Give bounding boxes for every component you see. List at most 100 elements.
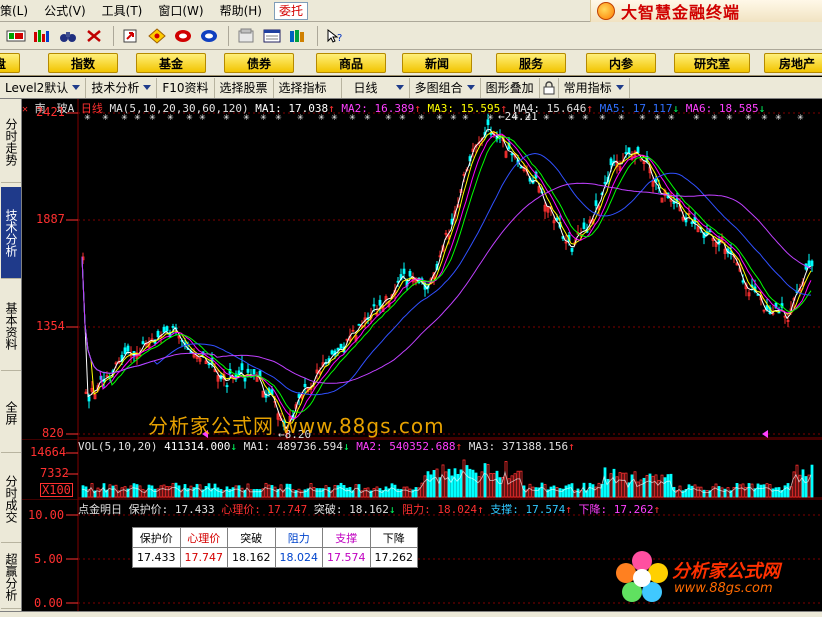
down-arrow-icon: ↓ — [672, 102, 680, 115]
multi-chart-icon[interactable] — [30, 25, 54, 47]
table-value-cell: 17.747 — [179, 547, 228, 568]
help-cursor-icon[interactable]: ? — [323, 25, 347, 47]
down-arrow-icon: ↓ — [388, 503, 396, 516]
lock-icon[interactable] — [540, 77, 559, 98]
table-header-cell: 阻力 — [274, 527, 323, 548]
indicator-legend: 点金明日 保护价: 17.433 心理价: 17.747 突破: 18.162↓… — [78, 501, 660, 517]
level2-dropdown[interactable]: Level2默认 — [0, 77, 87, 98]
section-tab-index[interactable]: 指数 — [48, 53, 118, 73]
ma2-value: MA2: 16.389 — [341, 102, 415, 115]
section-tab-news[interactable]: 新闻 — [402, 53, 472, 73]
vtab-trades[interactable]: 分时成交 — [1, 455, 21, 543]
ma5-value: MA5: 17.117 — [599, 102, 673, 115]
menu-window[interactable]: 窗口(W) — [150, 1, 211, 21]
window-icon[interactable] — [260, 25, 284, 47]
select-indicator-button[interactable]: 选择指标 — [274, 77, 342, 98]
dropdown-arrow-icon — [143, 85, 152, 90]
section-tab-internal[interactable]: 内参 — [586, 53, 656, 73]
table-header-cell: 突破 — [227, 527, 276, 548]
section-tab-commodity[interactable]: 商品 — [316, 53, 386, 73]
up-arrow-icon: ↑ — [568, 440, 575, 453]
down-arrow-icon: ↓ — [342, 440, 350, 453]
dropdown-arrow-icon — [395, 85, 404, 90]
menu-strategy[interactable]: 策(L) — [0, 1, 36, 21]
dropdown-arrow-icon — [466, 85, 475, 90]
section-tab-realestate[interactable]: 房地产 — [764, 53, 822, 73]
menu-formula[interactable]: 公式(V) — [36, 1, 94, 21]
toolbar-separator — [113, 25, 114, 46]
volume-ytick: 14664 — [30, 445, 67, 459]
table-value-cell: 17.262 — [369, 547, 418, 568]
vtab-fullscreen[interactable]: 全屏 — [1, 373, 21, 453]
up-arrow-icon: ↑ — [455, 440, 463, 453]
red-arrow-icon[interactable] — [119, 25, 143, 47]
binoculars-icon[interactable] — [56, 25, 80, 47]
volume-panel[interactable]: VOL(5,10,20) 411314.000↓ MA1: 489736.594… — [22, 438, 822, 499]
period-dropdown[interactable]: 日线 — [342, 77, 410, 98]
price-chart-svg[interactable]: ✳ ✳ ✳ ✳ ✳ ✳ ✳ ✳ ✳ ✳ ✳ ✳ ✳ ✳ ✳ ✳ ✳ ✳ ✳ ✳ ✳ ✳ ✳ ✳ ✳ ✳ ✳ ✳ ✳ ✳ ✳ ✳ ✳ ✳ ✳ ✳ ✳ ✳ ✳ ✳… — [22, 99, 822, 440]
entrust-button[interactable]: 委托 — [273, 1, 308, 20]
tech-analysis-dropdown[interactable]: 技术分析 — [86, 77, 158, 98]
down-arrow-icon: ↓ — [230, 440, 237, 453]
multi-combo-dropdown[interactable]: 多图组合 — [410, 77, 481, 98]
common-indicator-label: 常用指标 — [563, 80, 612, 95]
chart-icon[interactable] — [4, 25, 28, 47]
tech-analysis-label: 技术分析 — [91, 80, 140, 95]
high-price-value: 24.21 — [504, 110, 538, 123]
books-icon[interactable] — [286, 25, 310, 47]
table-value-cell: 18.162 — [227, 547, 276, 568]
overlay-button[interactable]: 图形叠加 — [481, 77, 540, 98]
close-x-icon[interactable]: ✕ — [22, 104, 28, 115]
indicator-ytick: 5.00 — [34, 552, 63, 566]
price-legend: ✕ 南 玻A 日线 MA(5,10,20,30,60,120) MA1: 17.… — [22, 100, 765, 116]
table-value-cell: 17.574 — [322, 547, 371, 568]
vtab-technical[interactable]: 技术分析 — [1, 187, 21, 279]
volume-ytick: 7332 — [40, 466, 69, 480]
price-panel[interactable]: ✳ ✳ ✳ ✳ ✳ ✳ ✳ ✳ ✳ ✳ ✳ ✳ ✳ ✳ ✳ ✳ ✳ ✳ ✳ ✳ ✳ ✳ ✳ ✳ ✳ ✳ ✳ ✳ ✳ ✳ ✳ ✳ ✳ ✳ ✳ ✳ ✳ ✳ ✳ ✳… — [22, 99, 822, 441]
corner-logo: 分析家公式网 www.88gs.com — [614, 547, 814, 607]
vol-ma1-value: MA1: 489736.594 — [243, 440, 343, 453]
up-arrow-icon: ↑ — [328, 102, 335, 115]
icon-toolbar: ? — [0, 22, 822, 50]
page-icon[interactable] — [234, 25, 258, 47]
period-text: 日线 — [80, 102, 103, 115]
overlay-label: 图形叠加 — [485, 80, 534, 95]
level2-label: Level2默认 — [5, 80, 69, 95]
corner-brand-text: 分析家公式网 — [672, 561, 780, 582]
corner-url-text: www.88gs.com — [674, 581, 773, 596]
up-arrow-icon: ↑ — [414, 102, 421, 115]
price-ytick: 1887 — [36, 212, 65, 226]
brand-banner: 大智慧金融终端 — [590, 0, 822, 22]
vol-ma3-value: MA3: 371388.156 — [468, 440, 569, 453]
vol-params: VOL(5,10,20) — [78, 440, 158, 453]
blue-circle-icon[interactable] — [197, 25, 221, 47]
common-indicator-dropdown[interactable]: 常用指标 — [559, 77, 630, 98]
indicator-name: 点金明日 — [78, 503, 122, 516]
menu-bar: 策(L) 公式(V) 工具(T) 窗口(W) 帮助(H) 委托 大智慧金融终端 — [0, 0, 822, 22]
ma6-value: MA6: 18.585 — [685, 102, 759, 115]
section-tab-service[interactable]: 服务 — [496, 53, 566, 73]
section-tab-bond[interactable]: 债券 — [224, 53, 294, 73]
table-header-cell: 心理价 — [179, 527, 228, 548]
yellow-diamond-icon[interactable] — [145, 25, 169, 47]
table-header-cell: 支撑 — [322, 527, 371, 548]
menu-help[interactable]: 帮助(H) — [212, 1, 270, 21]
drop-price: 下降: 17.262 — [578, 503, 654, 516]
table-value-row: 17.433 17.747 18.162 18.024 17.574 17.26… — [132, 547, 418, 568]
section-tab-research[interactable]: 研究室 — [674, 53, 750, 73]
section-tab-fund[interactable]: 基金 — [136, 53, 206, 73]
chart-area: ✳ ✳ ✳ ✳ ✳ ✳ ✳ ✳ ✳ ✳ ✳ ✳ ✳ ✳ ✳ ✳ ✳ ✳ ✳ ✳ ✳ ✳ ✳ ✳ ✳ ✳ ✳ ✳ ✳ ✳ ✳ ✳ ✳ ✳ ✳ ✳ ✳ ✳ ✳ ✳… — [22, 99, 822, 611]
section-tab-home[interactable]: 盘 — [0, 53, 20, 73]
vtab-intraday[interactable]: 分时走势 — [1, 101, 21, 183]
select-stock-button[interactable]: 选择股票 — [215, 77, 274, 98]
ma-params: MA(5,10,20,30,60,120) — [109, 102, 249, 115]
cross-icon[interactable] — [82, 25, 106, 47]
vtab-super-analysis[interactable]: 超赢分析 — [1, 545, 21, 609]
left-vertical-tabs: 分时走势 技术分析 基本资料 全屏 分时成交 超赢分析 — [0, 99, 22, 611]
red-circle-icon[interactable] — [171, 25, 195, 47]
menu-tools[interactable]: 工具(T) — [94, 1, 151, 21]
brand-title: 大智慧金融终端 — [621, 3, 741, 22]
dropdown-arrow-icon — [615, 85, 624, 90]
f10-button[interactable]: F10资料 — [157, 77, 215, 98]
vtab-fundamentals[interactable]: 基本资料 — [1, 281, 21, 371]
